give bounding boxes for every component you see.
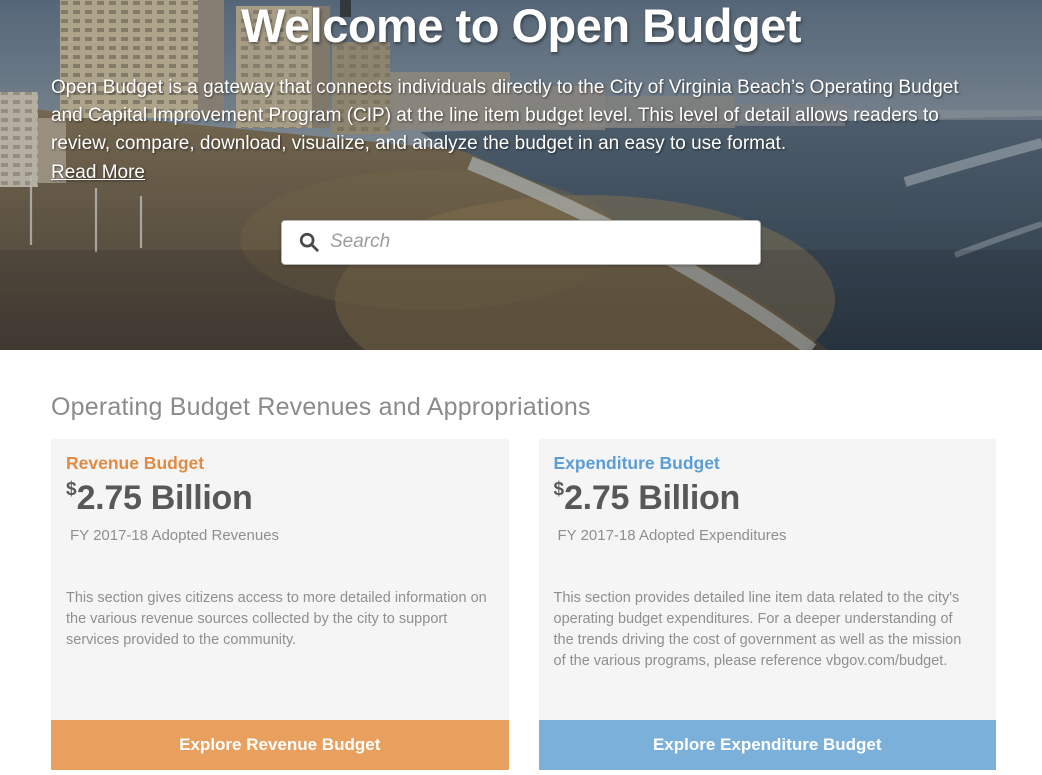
explore-expenditure-budget-button[interactable]: Explore Expenditure Budget <box>538 720 996 770</box>
expenditure-description: This section provides detailed line item… <box>553 590 962 669</box>
revenue-budget-card: Revenue Budget $2.75 Billion FY 2017-18 … <box>51 439 509 770</box>
revenue-description: This section gives citizens access to mo… <box>66 590 487 648</box>
hero-banner: Welcome to Open Budget Open Budget is a … <box>0 0 1042 350</box>
dollar-sign: $ <box>553 479 565 500</box>
search-box[interactable] <box>281 219 761 265</box>
expenditure-amount-value: 2.75 Billion <box>564 479 740 517</box>
search-icon <box>298 231 320 253</box>
main-section: Operating Budget Revenues and Appropriat… <box>0 393 1042 775</box>
section-title: Operating Budget Revenues and Appropriat… <box>51 393 591 421</box>
expenditure-caption: FY 2017-18 Adopted Expenditures <box>557 527 787 544</box>
revenue-amount-value: 2.75 Billion <box>76 479 253 517</box>
expenditure-card-title: Expenditure Budget <box>553 453 720 473</box>
revenue-caption: FY 2017-18 Adopted Revenues <box>70 527 280 544</box>
expenditure-budget-card: Expenditure Budget $2.75 Billion FY 2017… <box>538 439 996 770</box>
dollar-sign: $ <box>66 479 77 500</box>
hero-description: Open Budget is a gateway that connects i… <box>51 76 959 154</box>
expenditure-amount: $2.75 Billion <box>554 479 982 518</box>
page-title: Welcome to Open Budget <box>241 0 802 52</box>
search-input[interactable] <box>330 231 748 254</box>
read-more-link[interactable]: Read More <box>51 162 145 184</box>
explore-revenue-budget-button[interactable]: Explore Revenue Budget <box>51 720 509 770</box>
revenue-amount: $2.75 Billion <box>66 479 494 518</box>
revenue-card-title: Revenue Budget <box>66 453 205 473</box>
budget-cards: Revenue Budget $2.75 Billion FY 2017-18 … <box>51 439 996 770</box>
